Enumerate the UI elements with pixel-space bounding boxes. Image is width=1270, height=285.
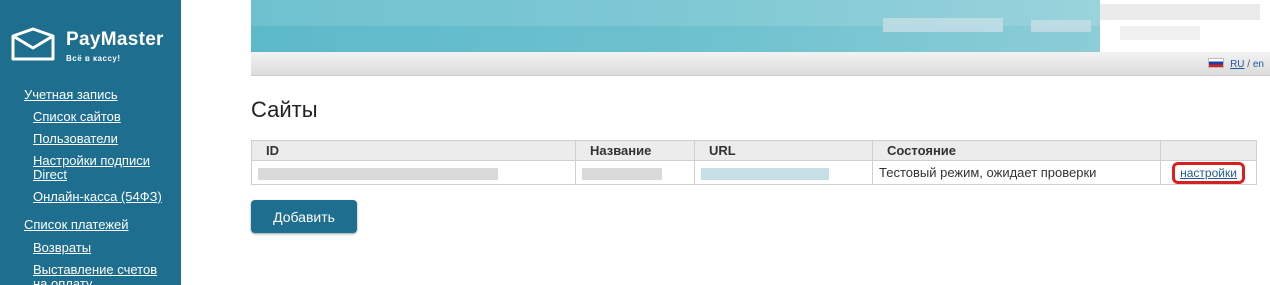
russian-flag-icon (1208, 58, 1225, 68)
site-settings-link[interactable]: настройки (1172, 161, 1245, 184)
column-header-actions (1160, 140, 1257, 161)
sites-table: ID Название URL Состояние Тестовый режим… (251, 140, 1257, 185)
lang-separator: / (1244, 59, 1253, 70)
site-actions-cell: настройки (1160, 160, 1257, 185)
header-banner (251, 0, 1100, 52)
add-site-button[interactable]: Добавить (251, 200, 357, 233)
column-header-url: URL (694, 140, 873, 161)
sidebar: PayMaster Всё в кассу! Учетная запись Сп… (0, 0, 181, 285)
blurred-user-info (1100, 4, 1260, 20)
sidebar-item-refunds[interactable]: Возвраты (0, 241, 181, 255)
sidebar-item-sites[interactable]: Список сайтов (0, 110, 181, 124)
lang-en-link[interactable]: en (1253, 59, 1264, 70)
column-header-status: Состояние (872, 140, 1161, 161)
sidebar-item-invoices[interactable]: Выставление счетов на оплату (0, 263, 181, 285)
site-name-cell (575, 160, 695, 185)
column-header-name: Название (575, 140, 695, 161)
wallet-logo-icon (11, 27, 55, 61)
blurred-site-id (258, 167, 498, 180)
site-id-cell (251, 160, 576, 185)
brand-tagline: Всё в кассу! (66, 54, 121, 63)
table-header-row: ID Название URL Состояние (251, 140, 1257, 161)
language-bar: RU / en (251, 52, 1270, 76)
blurred-account-info (883, 18, 1003, 32)
blurred-site-name (582, 167, 662, 180)
page-title: Сайты (251, 97, 318, 122)
blurred-site-url (701, 167, 829, 180)
brand-title: PayMaster (66, 29, 164, 50)
table-row: Тестовый режим, ожидает проверки настрой… (251, 160, 1257, 185)
lang-ru-link[interactable]: RU (1230, 59, 1244, 70)
sidebar-item-online-cashbox[interactable]: Онлайн-касса (54ФЗ) (0, 190, 181, 204)
blurred-account-info (1031, 20, 1091, 32)
column-header-id: ID (251, 140, 576, 161)
sidebar-nav: Учетная запись Список сайтов Пользовател… (0, 88, 181, 285)
site-status-cell: Тестовый режим, ожидает проверки (872, 160, 1161, 185)
language-switcher: RU / en (1208, 58, 1264, 70)
site-url-cell (694, 160, 873, 185)
logo[interactable]: PayMaster Всё в кассу! (10, 24, 180, 68)
blurred-user-info (1120, 26, 1200, 40)
sidebar-item-account[interactable]: Учетная запись (0, 88, 181, 102)
sidebar-item-direct-signature[interactable]: Настройки подписи Direct (0, 154, 181, 182)
sidebar-item-users[interactable]: Пользователи (0, 132, 181, 146)
sidebar-item-payments[interactable]: Список платежей (0, 218, 181, 232)
